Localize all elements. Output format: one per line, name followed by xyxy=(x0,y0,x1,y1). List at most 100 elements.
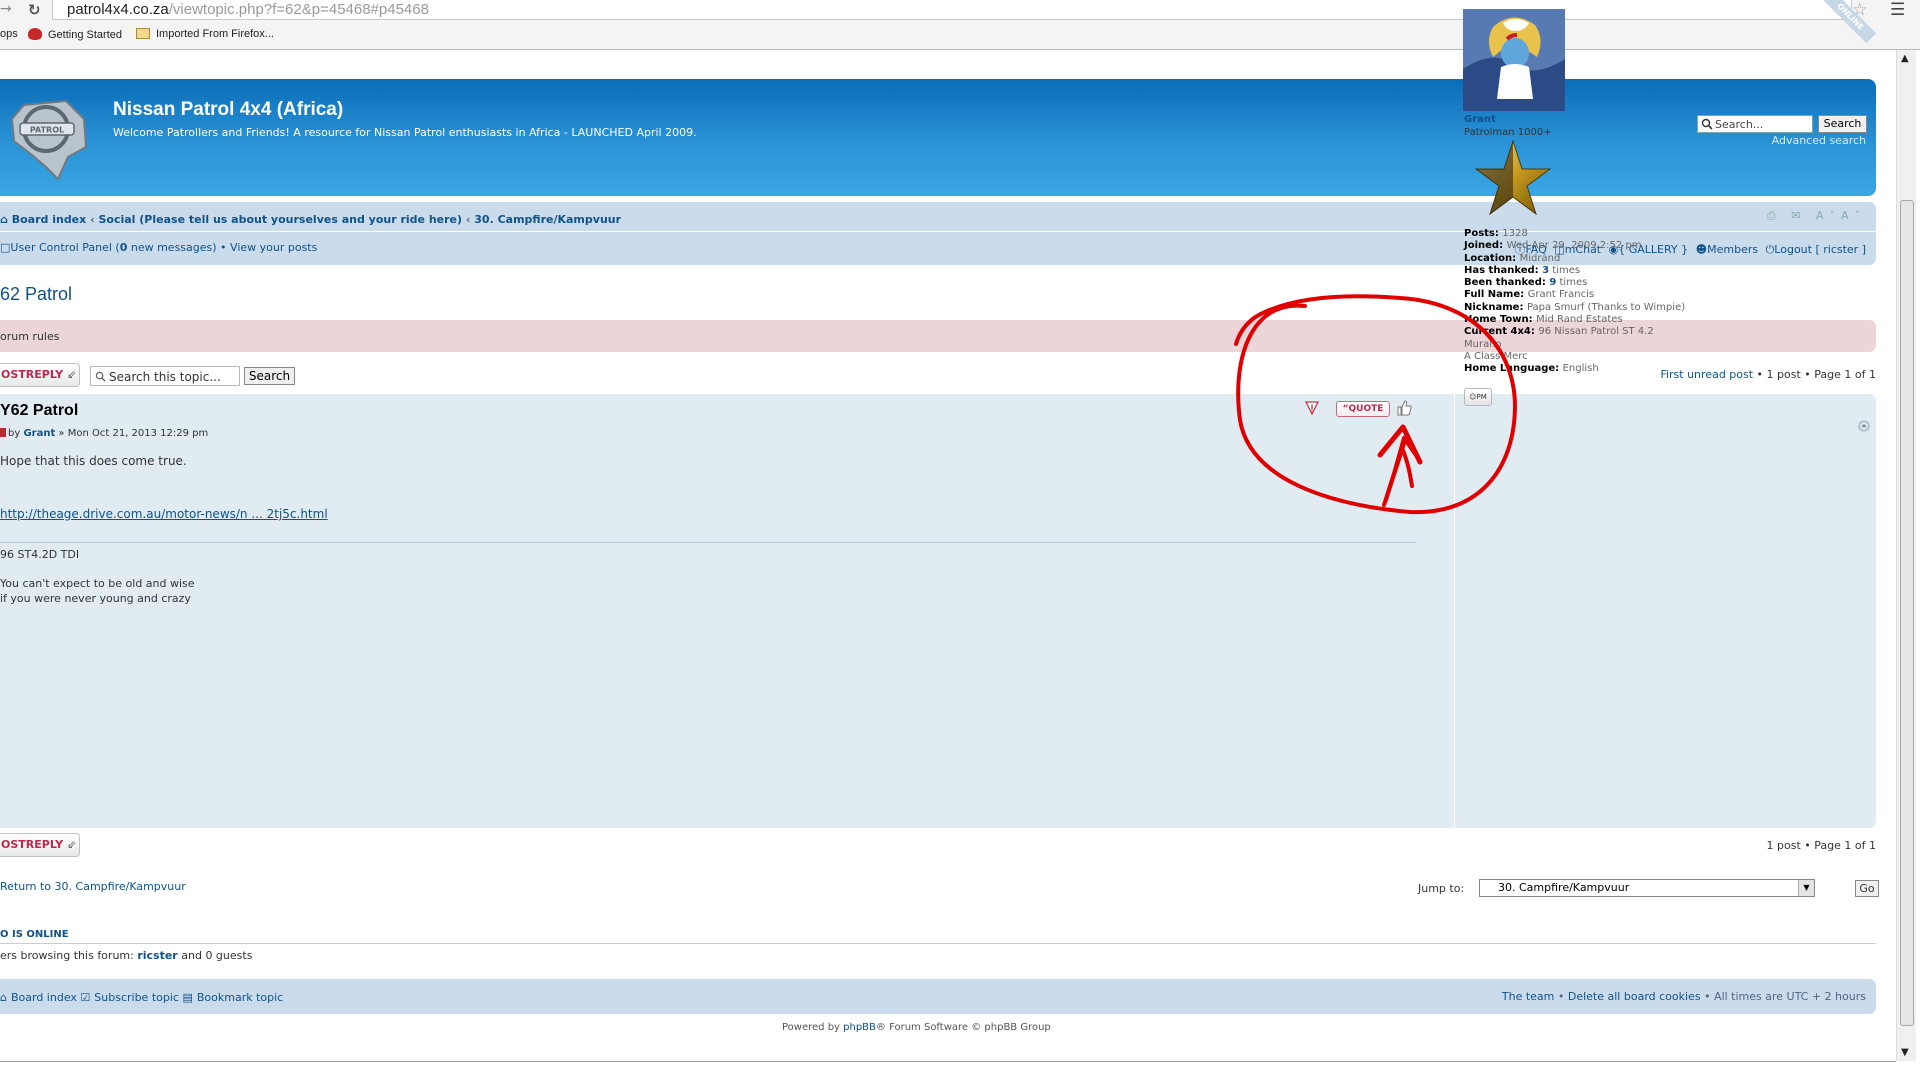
the-team-link[interactable]: The team xyxy=(1502,990,1555,1003)
topic-search-input[interactable]: Search this topic... xyxy=(90,366,240,386)
ucp-icon: □ xyxy=(0,241,11,254)
profile-field-row: Posts: 1328 xyxy=(1464,228,1685,240)
delete-cookies-link[interactable]: Delete all board cookies xyxy=(1568,990,1701,1003)
profile-field-label: Home Town: xyxy=(1464,314,1537,326)
browser-toolbar: → ↻ patrol4x4.co.za/viewtopic.php?f=62&p… xyxy=(0,0,1920,22)
profile-field-value: times xyxy=(1556,277,1588,289)
menu-icon[interactable]: ☰ xyxy=(1890,0,1905,20)
profile-field-row: A Class Merc xyxy=(1464,351,1685,363)
profile-field-value: Murano xyxy=(1464,338,1502,350)
bookmark-label: Imported From Firefox... xyxy=(156,28,274,40)
site-title[interactable]: Nissan Patrol 4x4 (Africa) xyxy=(113,99,343,121)
back-arrow-icon[interactable]: → xyxy=(0,1,16,17)
view-your-posts-link[interactable]: • View your posts xyxy=(220,241,317,254)
bookmark-topic-link[interactable]: Bookmark topic xyxy=(197,991,283,1004)
post: Y62 Patrol by Grant » Mon Oct 21, 2013 1… xyxy=(0,394,1876,828)
pagination-info: • 1 post • Page 1 of 1 xyxy=(1753,368,1876,381)
post-by: by xyxy=(8,428,24,439)
breadcrumb-campfire[interactable]: 30. Campfire/Kampvuur xyxy=(474,213,621,226)
user-control-panel-link[interactable]: User Control Panel (0 new messages) xyxy=(10,241,216,254)
dropdown-arrow-icon[interactable]: ▼ xyxy=(1798,880,1814,896)
return-to-forum-link[interactable]: Return to 30. Campfire/Kampvuur xyxy=(0,880,186,893)
profile-field-row: Has thanked: 3 times xyxy=(1464,265,1685,277)
profile-field-label: Posts: xyxy=(1464,228,1503,239)
post-reply-label: OSTREPLY xyxy=(1,838,64,851)
scrollbar[interactable]: ▲ ▼ xyxy=(1896,50,1916,1061)
back-to-top-icon[interactable] xyxy=(1858,420,1870,432)
profile-field-label: Home Language: xyxy=(1464,363,1563,375)
breadcrumb-social[interactable]: Social (Please tell us about yourselves … xyxy=(98,213,462,226)
search-button[interactable]: Search xyxy=(1818,115,1867,133)
post-meta: by Grant » Mon Oct 21, 2013 12:29 pm xyxy=(0,428,208,439)
who-is-online-divider xyxy=(0,943,1876,944)
bookmarks-bar: ops Getting Started Imported From Firefo… xyxy=(0,22,1920,50)
scroll-thumb[interactable] xyxy=(1900,200,1914,1026)
profile-field-row: Been thanked: 9 times xyxy=(1464,277,1685,289)
scroll-up-arrow-icon[interactable]: ▲ xyxy=(1901,53,1909,64)
page-tools[interactable]: ⎙ ✉ A˅A˄ xyxy=(1767,209,1866,223)
bookmark-getting-started[interactable]: Getting Started xyxy=(28,28,122,41)
profile-field-value: Papa Smurf (Thanks to Wimpie) xyxy=(1526,301,1686,313)
timezone-note: • All times are UTC + 2 hours xyxy=(1704,990,1866,1003)
profile-field-value: Grant Francis xyxy=(1527,289,1595,301)
advanced-search-link[interactable]: Advanced search xyxy=(1772,134,1866,147)
getting-started-icon xyxy=(28,28,42,40)
breadcrumb-board-index[interactable]: Board index xyxy=(12,213,87,226)
profile-fields: Posts: 1328 Joined: Wed Apr 29, 2009 2:52… xyxy=(1464,228,1685,376)
report-icon[interactable] xyxy=(1304,400,1320,416)
powered-prefix: Powered by xyxy=(782,1022,844,1033)
profile-rank: Patrolman 1000+ xyxy=(1464,127,1552,138)
bookmark-icon: ▤ xyxy=(182,991,193,1004)
post-icon xyxy=(0,428,6,437)
profile-field-label: Joined: xyxy=(1464,240,1507,252)
private-message-button[interactable]: ☺PM xyxy=(1464,388,1492,406)
post-date: » Mon Oct 21, 2013 12:29 pm xyxy=(55,428,209,439)
who-is-online-text: ers browsing this forum: ricster and 0 g… xyxy=(0,949,252,962)
go-button[interactable]: Go xyxy=(1855,880,1879,897)
powered-by: Powered by phpBB® Forum Software © phpBB… xyxy=(782,1022,1051,1033)
search-placeholder: Search... xyxy=(1715,118,1764,131)
address-bar[interactable]: patrol4x4.co.za/viewtopic.php?f=62&p=454… xyxy=(52,0,1852,20)
avatar[interactable] xyxy=(1463,9,1565,111)
scroll-down-arrow-icon[interactable]: ▼ xyxy=(1901,1047,1909,1058)
bookmark-apps[interactable]: ops xyxy=(0,28,18,40)
post-title[interactable]: Y62 Patrol xyxy=(0,402,78,420)
home-icon: ⌂ xyxy=(0,991,7,1004)
user-links: □User Control Panel (0 new messages) • V… xyxy=(0,241,317,254)
bookmark-label: Getting Started xyxy=(48,29,122,41)
quote-button[interactable]: “QUOTE xyxy=(1336,401,1390,417)
forum-rules-link[interactable]: orum rules xyxy=(0,330,60,343)
powered-suffix: ® Forum Software © phpBB Group xyxy=(875,1022,1051,1033)
subscribe-topic-link[interactable]: Subscribe topic xyxy=(94,991,179,1004)
phpbb-link[interactable]: phpBB xyxy=(843,1022,876,1033)
logout-icon: ⏻ xyxy=(1765,243,1775,256)
home-icon: ⌂ xyxy=(0,213,8,226)
topic-search-button[interactable]: Search xyxy=(244,367,295,385)
thumbs-up-icon[interactable] xyxy=(1395,399,1413,417)
jump-to-select[interactable]: 30. Campfire/Kampvuur ▼ xyxy=(1479,879,1815,897)
profile-field-value: times xyxy=(1549,264,1581,276)
signature-divider xyxy=(0,542,1416,543)
logout-link[interactable]: Logout [ ricster ] xyxy=(1774,243,1866,256)
site-logo[interactable]: PATROL xyxy=(6,97,92,183)
signature-line: You can't expect to be old and wise xyxy=(0,577,195,590)
profile-username-link[interactable]: Grant xyxy=(1464,114,1496,125)
members-link[interactable]: Members xyxy=(1707,243,1758,256)
post-external-link[interactable]: http://theage.drive.com.au/motor-news/n … xyxy=(0,507,328,521)
reply-arrow-icon: ⇙ xyxy=(67,838,77,851)
profile-field-row: Location: Midrand xyxy=(1464,253,1685,265)
post-reply-button[interactable]: OSTREPLY ⇙ xyxy=(0,363,80,387)
profile-field-label: Has thanked: xyxy=(1464,264,1543,276)
post-reply-button-bottom[interactable]: OSTREPLY ⇙ xyxy=(0,833,80,857)
post-author-link[interactable]: Grant xyxy=(23,428,55,439)
ucp-label: User Control Panel ( xyxy=(10,241,120,254)
reload-icon[interactable]: ↻ xyxy=(28,1,41,19)
search-input[interactable]: Search... xyxy=(1697,115,1813,133)
topic-title[interactable]: 62 Patrol xyxy=(0,284,72,305)
profile-field-row: Home Town: Mid Rand Estates xyxy=(1464,314,1685,326)
site-header: PATROL Nissan Patrol 4x4 (Africa) Welcom… xyxy=(0,79,1876,196)
profile-field-label: Been thanked: xyxy=(1464,277,1550,289)
online-user-link[interactable]: ricster xyxy=(137,949,177,962)
footer-board-index-link[interactable]: Board index xyxy=(11,991,77,1004)
bookmark-imported-folder[interactable]: Imported From Firefox... xyxy=(136,28,274,40)
